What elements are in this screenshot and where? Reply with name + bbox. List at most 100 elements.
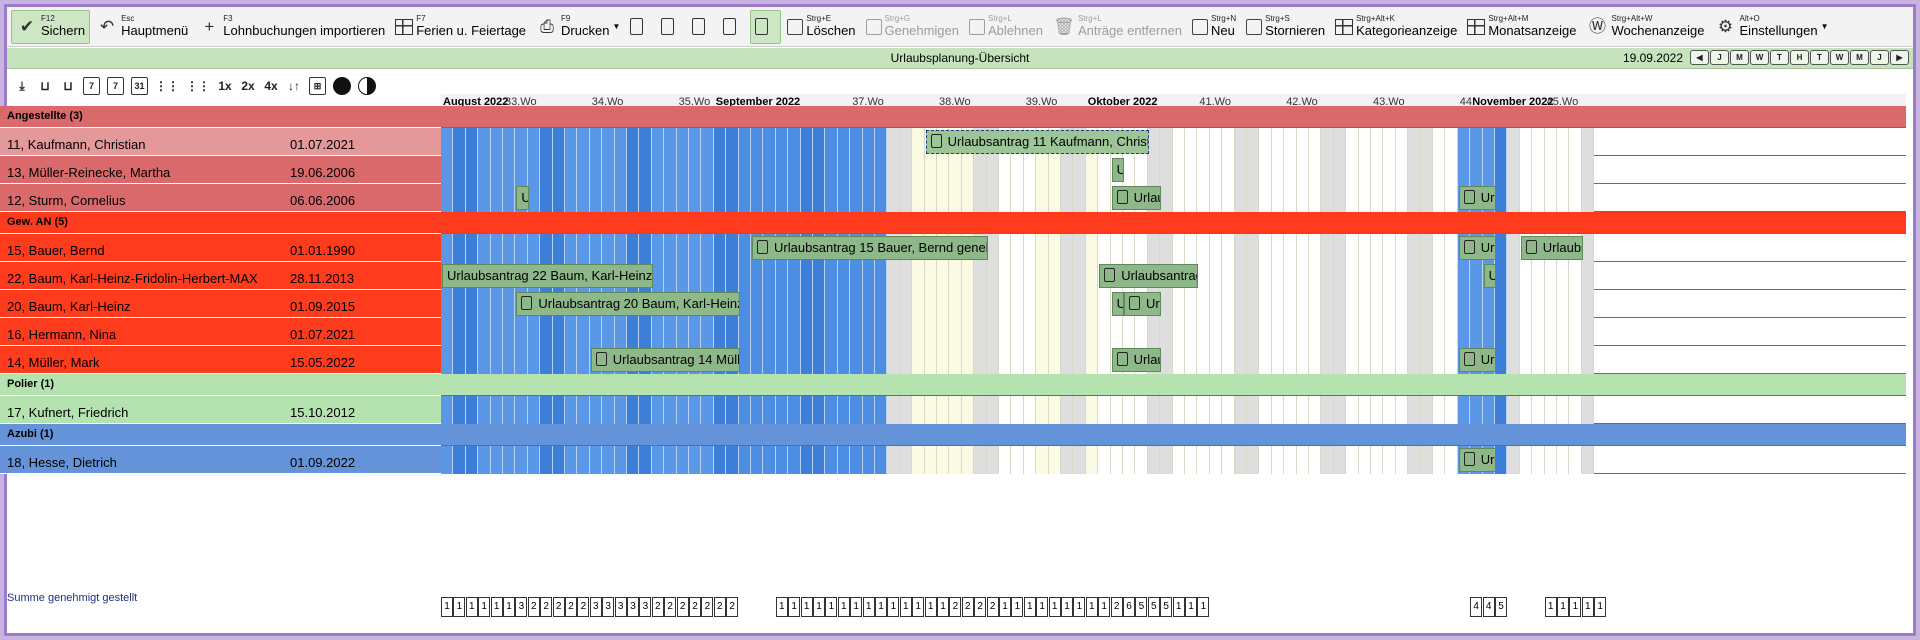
day-cell[interactable] xyxy=(515,346,528,374)
day-cell[interactable] xyxy=(837,318,851,346)
day-cell[interactable] xyxy=(1098,184,1111,212)
day-cell[interactable] xyxy=(664,318,677,346)
day-cell[interactable] xyxy=(986,156,999,184)
day-cell[interactable] xyxy=(701,184,714,212)
day-cell[interactable] xyxy=(589,318,603,346)
day-cell[interactable] xyxy=(465,446,479,474)
day-cell[interactable] xyxy=(1420,156,1433,184)
day-cell[interactable] xyxy=(1519,290,1533,318)
day-cell[interactable] xyxy=(825,446,838,474)
day-cell[interactable] xyxy=(862,396,875,424)
day-cell[interactable] xyxy=(1123,234,1136,262)
day-cell[interactable] xyxy=(540,128,553,156)
vacation-request-bar[interactable]: Ur xyxy=(1458,186,1496,210)
day-cell[interactable] xyxy=(937,262,950,290)
day-cell[interactable] xyxy=(676,262,689,290)
day-cell[interactable] xyxy=(490,184,503,212)
day-cell[interactable] xyxy=(1495,446,1508,474)
day-cell[interactable] xyxy=(1048,318,1061,346)
day-cell[interactable] xyxy=(1172,128,1185,156)
day-cell[interactable] xyxy=(1123,156,1136,184)
day-cell[interactable] xyxy=(1457,318,1471,346)
day-cell[interactable] xyxy=(1098,318,1111,346)
day-cell[interactable] xyxy=(751,396,764,424)
day-cell[interactable] xyxy=(1147,396,1161,424)
day-cell[interactable] xyxy=(602,318,615,346)
day-cell[interactable] xyxy=(1395,184,1409,212)
day-cell[interactable] xyxy=(875,446,888,474)
day-cell[interactable] xyxy=(1011,396,1024,424)
day-cell[interactable] xyxy=(1532,318,1545,346)
day-cell[interactable] xyxy=(1470,290,1483,318)
day-cell[interactable] xyxy=(1023,446,1037,474)
day-cell[interactable] xyxy=(1581,184,1595,212)
day-cell[interactable] xyxy=(738,262,751,290)
day-cell[interactable] xyxy=(813,290,826,318)
day-cell[interactable] xyxy=(1309,234,1322,262)
day-cell[interactable] xyxy=(1532,346,1545,374)
day-cell[interactable] xyxy=(1321,346,1334,374)
day-cell[interactable] xyxy=(1532,262,1545,290)
day-cell[interactable] xyxy=(1383,262,1396,290)
day-cell[interactable] xyxy=(1420,346,1433,374)
nav-next-button[interactable]: ▶ xyxy=(1890,50,1909,65)
day-cell[interactable] xyxy=(1085,156,1099,184)
day-cell[interactable] xyxy=(1160,446,1173,474)
day-cell[interactable] xyxy=(899,262,913,290)
day-cell[interactable] xyxy=(1507,156,1520,184)
day-cell[interactable] xyxy=(1532,396,1545,424)
day-cell[interactable] xyxy=(1222,346,1235,374)
day-cell[interactable] xyxy=(1457,128,1471,156)
day-cell[interactable] xyxy=(912,184,925,212)
day-cell[interactable] xyxy=(565,396,578,424)
day-cell[interactable] xyxy=(1234,234,1247,262)
day-cell[interactable] xyxy=(565,128,578,156)
day-cell[interactable] xyxy=(924,396,937,424)
day-cell[interactable] xyxy=(1023,318,1037,346)
day-cell[interactable] xyxy=(1023,290,1037,318)
day-cell[interactable] xyxy=(614,184,627,212)
day-cell[interactable] xyxy=(788,318,801,346)
day-cell[interactable] xyxy=(602,396,615,424)
day-cell[interactable] xyxy=(862,128,875,156)
day-cell[interactable] xyxy=(949,156,962,184)
day-cell[interactable] xyxy=(1507,262,1520,290)
day-cell[interactable] xyxy=(1185,318,1198,346)
day-cell[interactable] xyxy=(614,234,627,262)
day-cell[interactable] xyxy=(999,346,1012,374)
day-cell[interactable] xyxy=(1048,446,1061,474)
day-cell[interactable] xyxy=(478,234,491,262)
day-cell[interactable] xyxy=(800,318,813,346)
day-cell[interactable] xyxy=(1147,318,1161,346)
day-cell[interactable] xyxy=(441,184,454,212)
day-cell[interactable] xyxy=(887,346,900,374)
day-cell[interactable] xyxy=(738,234,751,262)
day-cell[interactable] xyxy=(974,290,987,318)
day-cell[interactable] xyxy=(738,446,751,474)
day-cell[interactable] xyxy=(627,396,640,424)
day-cell[interactable] xyxy=(689,318,702,346)
day-cell[interactable] xyxy=(540,234,553,262)
day-cell[interactable] xyxy=(999,184,1012,212)
day-cell[interactable] xyxy=(1160,290,1173,318)
day-cell[interactable] xyxy=(788,446,801,474)
day-cell[interactable] xyxy=(689,128,702,156)
day-cell[interactable] xyxy=(639,446,652,474)
day-cell[interactable] xyxy=(912,346,925,374)
day-cell[interactable] xyxy=(465,346,479,374)
day-cell[interactable] xyxy=(1061,346,1074,374)
day-cell[interactable] xyxy=(899,290,913,318)
day-cell[interactable] xyxy=(503,156,516,184)
day-cell[interactable] xyxy=(664,156,677,184)
day-cell[interactable] xyxy=(738,346,751,374)
day-cell[interactable] xyxy=(689,156,702,184)
day-cell[interactable] xyxy=(875,290,888,318)
day-cell[interactable] xyxy=(1507,446,1520,474)
day-cell[interactable] xyxy=(1284,446,1297,474)
employee-row[interactable]: 12, Sturm, Cornelius 06.06.2006 xyxy=(0,184,441,212)
day-cell[interactable] xyxy=(912,396,925,424)
day-cell[interactable] xyxy=(1346,156,1359,184)
view-option-icon-11[interactable]: ↓↑ xyxy=(286,77,302,95)
day-cell[interactable] xyxy=(441,318,454,346)
day-cell[interactable] xyxy=(1482,318,1495,346)
